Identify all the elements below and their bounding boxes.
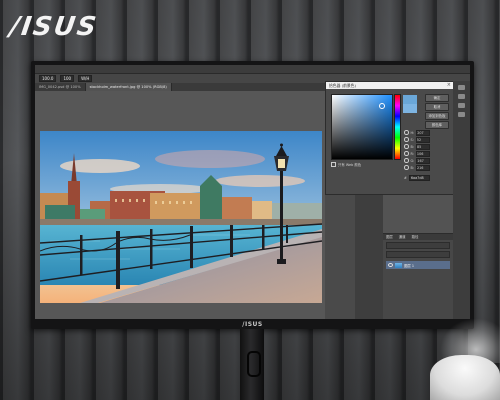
new-color-swatch (403, 95, 417, 104)
panel-icon-strip (453, 81, 470, 319)
layers-panel-tabs: 图层 通道 路径 (383, 234, 453, 240)
add-to-swatches-button[interactable]: 添加到色板 (425, 112, 449, 120)
radio-icon[interactable] (404, 151, 409, 156)
color-picker-dialog: 拾色器 (前景色) × 确定 取消 添加到色板 颜色库 H: 207 S: 52 (325, 81, 455, 195)
color-picker-title: 拾色器 (前景色) × (326, 82, 454, 89)
tab-layers[interactable]: 图层 (383, 234, 396, 240)
layer-thumbnail (395, 262, 402, 268)
blue-input[interactable]: 216 (415, 164, 430, 171)
field-row-g: G: 167 (404, 157, 440, 164)
photoshop-menubar[interactable] (35, 65, 470, 74)
saturation-brightness-field[interactable] (331, 94, 393, 160)
swatches-icon[interactable] (458, 112, 465, 117)
monitor-screen: 100.0 100 W/H IMG_0042.psd @ 100% stockh… (35, 65, 470, 319)
layers-blend-row[interactable] (386, 251, 450, 258)
radio-icon[interactable] (404, 137, 409, 142)
options-field-2[interactable]: 100 (60, 75, 75, 82)
eye-icon[interactable] (388, 263, 393, 267)
field-row-r: R: 106 (404, 150, 440, 157)
options-field-3[interactable]: W/H (78, 75, 93, 82)
hex-input[interactable]: 6aa7d8 (408, 175, 430, 181)
document-tab-active[interactable]: stockholm_waterfront.jpg @ 100% (RGB/8) (85, 83, 172, 91)
layer-item[interactable]: 图层 1 (386, 261, 450, 269)
field-row-h: H: 207 (404, 129, 440, 136)
radio-icon[interactable] (404, 165, 409, 170)
hex-label: # (404, 176, 407, 180)
radio-icon[interactable] (404, 144, 409, 149)
saturation-input[interactable]: 52 (415, 136, 430, 143)
web-only-label: 只有 Web 颜色 (338, 163, 362, 167)
red-input[interactable]: 106 (415, 150, 430, 157)
document-tabs: IMG_0042.psd @ 100% stockholm_waterfront… (35, 83, 355, 91)
layers-panel: 图层 通道 路径 图层 1 (383, 233, 453, 319)
field-label: S: (410, 137, 414, 142)
monitor-stand (240, 329, 264, 400)
adjustments-icon[interactable] (458, 103, 465, 108)
panel-background-dark (355, 193, 383, 319)
monitor: 100.0 100 W/H IMG_0042.psd @ 100% stockh… (31, 61, 474, 329)
field-label: B: (410, 144, 414, 149)
field-label: R: (410, 151, 414, 156)
color-picker-title-text: 拾色器 (前景色) (329, 83, 356, 88)
field-label: H: (410, 130, 415, 135)
brightness-input[interactable]: 85 (415, 143, 430, 150)
current-color-swatch (403, 104, 417, 113)
color-selector-ring[interactable] (379, 103, 385, 109)
hue-slider[interactable] (394, 94, 401, 160)
green-input[interactable]: 167 (416, 157, 431, 164)
radio-icon[interactable] (404, 158, 409, 163)
stockholm-waterfront-photo (40, 131, 322, 303)
document-tab[interactable]: IMG_0042.psd @ 100% (35, 83, 86, 91)
options-field-1[interactable]: 100.0 (39, 75, 57, 82)
photo-svg (40, 131, 322, 303)
hue-input[interactable]: 207 (416, 129, 431, 136)
layer-name: 图层 1 (404, 263, 415, 268)
web-only-option[interactable]: 只有 Web 颜色 (331, 162, 361, 167)
cable-management-hole (247, 351, 261, 377)
cancel-button[interactable]: 取消 (425, 103, 449, 111)
tab-paths[interactable]: 路径 (409, 234, 422, 240)
field-label: B: (410, 165, 414, 170)
tab-channels[interactable]: 通道 (396, 234, 409, 240)
layers-filter-row[interactable] (386, 242, 450, 249)
field-row-blue: B: 216 (404, 164, 440, 171)
asus-wall-logo: /ISUS (7, 12, 100, 42)
checkbox-icon[interactable] (331, 162, 336, 167)
field-row-b: B: 85 (404, 143, 440, 150)
history-icon[interactable] (458, 85, 465, 90)
monitor-chin-logo: /ISUS (242, 321, 263, 328)
humidifier (430, 355, 500, 400)
properties-icon[interactable] (458, 94, 465, 99)
field-row-s: S: 52 (404, 136, 440, 143)
close-icon[interactable]: × (447, 82, 451, 89)
color-libraries-button[interactable]: 颜色库 (425, 121, 449, 129)
field-label: G: (410, 158, 415, 163)
radio-icon[interactable] (404, 130, 409, 135)
hex-row: # 6aa7d8 (404, 175, 430, 181)
ok-button[interactable]: 确定 (425, 94, 449, 102)
canvas-area (35, 91, 325, 319)
